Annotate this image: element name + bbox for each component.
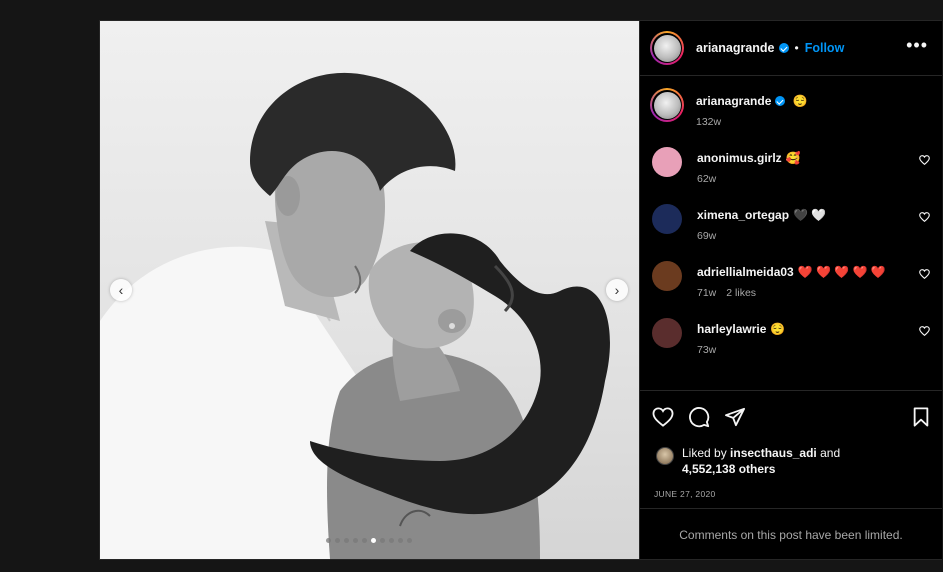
- caption-avatar[interactable]: [650, 88, 684, 122]
- verified-badge-icon: [775, 96, 786, 106]
- comment-username[interactable]: anonimus.girlz: [697, 151, 782, 165]
- comment-text: 🥰: [785, 151, 801, 165]
- commenter-avatar[interactable]: [652, 318, 682, 348]
- author-avatar[interactable]: [650, 31, 684, 65]
- post-dialog: ‹ › arianagrande • Follow ••• arianagran…: [99, 20, 942, 560]
- comment-age[interactable]: 62w: [697, 173, 716, 185]
- post-sidebar: arianagrande • Follow ••• arianagrande 😌…: [639, 21, 942, 559]
- verified-badge-icon: [778, 43, 789, 53]
- comment-item: adriellialmeida03 ❤️ ❤️ ❤️ ❤️ ❤️ 71w 2 like…: [640, 259, 942, 316]
- carousel-dot: [344, 538, 349, 543]
- carousel-next-button[interactable]: ›: [606, 279, 628, 301]
- comments-list[interactable]: arianagrande 😌 132w anonimus.girlz 🥰 62w xi…: [640, 76, 942, 389]
- caption-username[interactable]: arianagrande: [696, 94, 771, 108]
- liked-by-and: and: [820, 446, 841, 460]
- carousel-dot: [407, 538, 412, 543]
- commenter-avatar[interactable]: [652, 261, 682, 291]
- carousel-dot: [335, 538, 340, 543]
- comment-like-heart-icon[interactable]: [919, 212, 930, 222]
- author-username[interactable]: arianagrande: [696, 41, 775, 55]
- post-header: arianagrande • Follow •••: [640, 21, 942, 76]
- more-options-icon[interactable]: •••: [906, 36, 928, 56]
- like-heart-icon[interactable]: [652, 407, 674, 427]
- liker-avatar[interactable]: [656, 447, 674, 465]
- carousel-dot: [380, 538, 385, 543]
- liked-by-prefix: Liked by: [682, 446, 727, 460]
- comment-age[interactable]: 69w: [697, 230, 716, 242]
- post-date[interactable]: JUNE 27, 2020: [640, 477, 942, 499]
- comment-like-heart-icon[interactable]: [919, 269, 930, 279]
- caption: arianagrande 😌 132w: [640, 88, 942, 145]
- couple-photo: [100, 72, 610, 559]
- carousel-prev-button[interactable]: ‹: [110, 279, 132, 301]
- carousel-dot: [389, 538, 394, 543]
- comment-item: ximena_ortegap 🖤 🤍 69w: [640, 202, 942, 259]
- comment-bubble-icon[interactable]: [688, 406, 710, 428]
- comment-age[interactable]: 71w: [697, 287, 716, 299]
- carousel-dot: [326, 538, 331, 543]
- carousel-indicator: [326, 538, 412, 543]
- share-send-icon[interactable]: [724, 407, 746, 427]
- bookmark-icon[interactable]: [912, 407, 930, 427]
- action-bar: Liked by insecthaus_adi and 4,552,138 ot…: [640, 390, 942, 499]
- caption-text: 😌: [792, 94, 808, 108]
- comment-age[interactable]: 73w: [697, 344, 716, 356]
- comments-limited-notice: Comments on this post have been limited.: [640, 508, 942, 560]
- comment-item: harleylawrie 😌 73w: [640, 316, 942, 373]
- comment-text: 😌: [770, 322, 786, 336]
- post-image[interactable]: ‹ ›: [100, 21, 639, 559]
- follow-button[interactable]: Follow: [805, 41, 845, 55]
- comment-username[interactable]: ximena_ortegap: [697, 208, 789, 222]
- liker-username[interactable]: insecthaus_adi: [730, 446, 817, 460]
- comment-item: anonimus.girlz 🥰 62w: [640, 145, 942, 202]
- commenter-avatar[interactable]: [652, 204, 682, 234]
- separator-dot: •: [794, 41, 799, 55]
- comment-username[interactable]: adriellialmeida03: [697, 265, 794, 279]
- comment-like-heart-icon[interactable]: [919, 326, 930, 336]
- carousel-dot: [362, 538, 367, 543]
- likes-summary: Liked by insecthaus_adi and 4,552,138 ot…: [640, 431, 942, 477]
- carousel-dot: [353, 538, 358, 543]
- comment-text: 🖤 🤍: [793, 208, 827, 222]
- comment-text: ❤️ ❤️ ❤️ ❤️ ❤️: [797, 265, 886, 279]
- carousel-dot: [398, 538, 403, 543]
- likes-count[interactable]: 4,552,138 others: [682, 462, 775, 476]
- carousel-dot: [371, 538, 376, 543]
- comment-like-heart-icon[interactable]: [919, 155, 930, 165]
- comment-username[interactable]: harleylawrie: [697, 322, 766, 336]
- commenter-avatar[interactable]: [652, 147, 682, 177]
- caption-age[interactable]: 132w: [696, 116, 721, 128]
- comment-likes[interactable]: 2 likes: [726, 287, 756, 299]
